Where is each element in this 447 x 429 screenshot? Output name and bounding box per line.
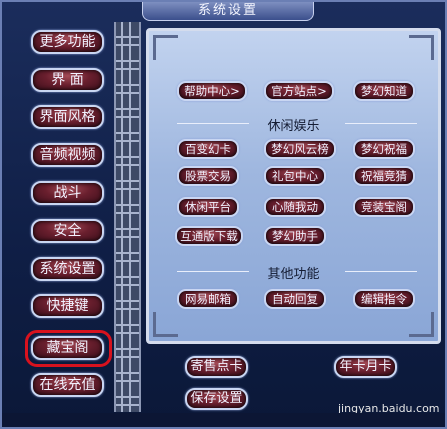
auto-reply-button[interactable]: 自动回复	[264, 289, 326, 309]
save-settings-button[interactable]: 保存设置	[185, 388, 248, 410]
annual-monthly-card-button[interactable]: 年卡月卡	[334, 356, 397, 378]
highlight-ring	[25, 330, 112, 367]
leisure-platform-button[interactable]: 休闲平台	[177, 197, 239, 217]
settings-panel: 帮助中心> 官方站点> 梦幻知道 休闲娱乐 百变幻卡 梦幻风云榜 梦幻祝福 股票…	[146, 28, 441, 344]
sidebar-item-online-recharge[interactable]: 在线充值	[31, 373, 104, 397]
system-settings-window: 系统设置 更多功能 界 面 界面风格 音频视频 战斗 安全 系统设置 快捷键 藏…	[0, 0, 447, 429]
sidebar-item-hotkeys[interactable]: 快捷键	[31, 294, 104, 318]
ranking-button[interactable]: 梦幻风云榜	[264, 139, 336, 159]
magic-card-button[interactable]: 百变幻卡	[177, 139, 239, 159]
edit-commands-button[interactable]: 编辑指令	[353, 289, 415, 309]
sidebar-item-interface-style[interactable]: 界面风格	[31, 105, 104, 129]
bottom-strip	[2, 413, 445, 427]
separator	[345, 271, 417, 272]
separator	[345, 123, 417, 124]
corner-ornament	[153, 312, 178, 337]
corner-ornament	[153, 35, 178, 60]
window-title: 系统设置	[142, 2, 314, 21]
sidebar-item-more-functions[interactable]: 更多功能	[31, 30, 104, 54]
help-center-button[interactable]: 帮助中心>	[177, 81, 247, 101]
sidebar-item-audio-video[interactable]: 音频视频	[31, 143, 104, 167]
official-site-button[interactable]: 官方站点>	[264, 81, 334, 101]
sidebar-item-interface[interactable]: 界 面	[31, 68, 104, 92]
other-section-title: 其他功能	[267, 267, 320, 282]
gift-center-button[interactable]: 礼包中心	[264, 166, 326, 186]
corner-ornament	[409, 312, 434, 337]
blessing-quiz-button[interactable]: 祝福竞猜	[353, 166, 415, 186]
sidebar-item-battle[interactable]: 战斗	[31, 181, 104, 205]
blessing-button[interactable]: 梦幻祝福	[353, 139, 415, 159]
menghuan-know-button[interactable]: 梦幻知道	[353, 81, 415, 101]
stock-trading-button[interactable]: 股票交易	[177, 166, 239, 186]
corner-ornament	[409, 35, 434, 60]
interop-download-button[interactable]: 互通版下载	[175, 226, 243, 246]
equipment-pavilion-button[interactable]: 竞装宝阁	[353, 197, 415, 217]
sidebar-item-system-settings[interactable]: 系统设置	[31, 257, 104, 281]
netease-mail-button[interactable]: 网易邮箱	[177, 289, 239, 309]
consign-card-button[interactable]: 寄售点卡	[185, 356, 248, 378]
heart-move-button[interactable]: 心随我动	[264, 197, 326, 217]
decorative-divider	[114, 22, 141, 412]
leisure-section-title: 休闲娱乐	[267, 119, 320, 134]
sidebar-item-security[interactable]: 安全	[31, 219, 104, 243]
assistant-button[interactable]: 梦幻助手	[264, 226, 326, 246]
